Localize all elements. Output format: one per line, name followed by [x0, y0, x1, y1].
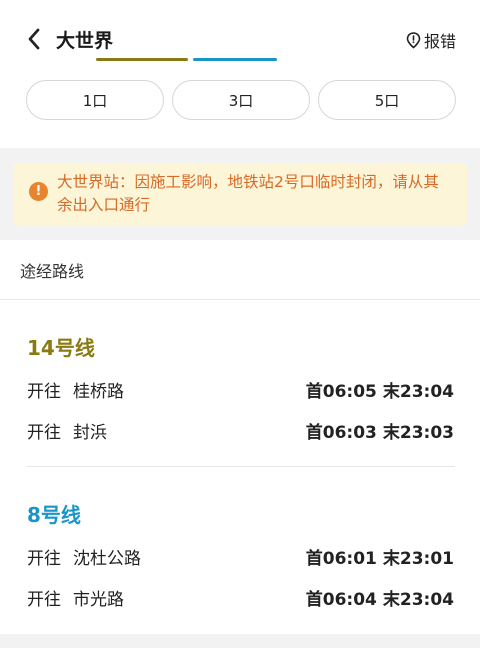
last-train-time: 23:04 [399, 382, 454, 402]
line-8-direction-2-times: 首06:04 末23:04 [306, 585, 454, 610]
line-14-direction-2[interactable]: 开往 封浜 [27, 418, 107, 443]
line-14-direction-1[interactable]: 开往 桂桥路 [27, 377, 124, 402]
line-14-direction-1-times: 首06:05 末23:04 [306, 377, 454, 402]
exit-1-button[interactable]: 1口 [26, 80, 164, 120]
report-error-label: 报错 [423, 32, 456, 51]
line14-color-bar [96, 58, 188, 61]
first-train-time: 06:01 [322, 549, 377, 569]
last-train-time: 23:03 [399, 423, 454, 443]
page-title: 大世界 [56, 30, 114, 52]
direction-prefix: 开往 [27, 382, 61, 402]
notice-text: 大世界站：因施工影响，地铁站2号口临时封闭，请从其余出入口通行 [57, 173, 439, 214]
direction-prefix: 开往 [27, 590, 61, 610]
back-arrow-icon [28, 28, 40, 50]
section-divider [0, 299, 480, 300]
line-14-direction-2-times: 首06:03 末23:03 [306, 418, 454, 443]
last-train-label: 末 [382, 549, 400, 569]
last-train-time: 23:01 [399, 549, 454, 569]
first-train-label: 首 [305, 382, 323, 402]
exit-5-button[interactable]: 5口 [318, 80, 456, 120]
line-14-name: 14号线 [27, 336, 95, 360]
direction-destination: 封浜 [73, 423, 107, 443]
location-warning-icon [406, 31, 421, 49]
direction-destination: 桂桥路 [73, 382, 124, 402]
exit-list: 1口 3口 5口 [26, 80, 456, 120]
direction-destination: 市光路 [73, 590, 124, 610]
header: 大世界 报错 [0, 0, 480, 61]
last-train-time: 23:04 [399, 590, 454, 610]
first-train-label: 首 [305, 549, 323, 569]
line-divider [27, 466, 455, 467]
last-train-label: 末 [382, 382, 400, 402]
info-icon: ! [29, 182, 48, 201]
report-error-button[interactable]: 报错 [406, 28, 456, 52]
back-button[interactable] [20, 24, 48, 54]
line8-color-bar [193, 58, 277, 61]
first-train-label: 首 [305, 423, 323, 443]
routes-section-title: 途经路线 [20, 262, 85, 281]
direction-destination: 沈杜公路 [73, 549, 141, 569]
line-8-direction-2[interactable]: 开往 市光路 [27, 585, 124, 610]
closure-notice: ! 大世界站：因施工影响，地铁站2号口临时封闭，请从其余出入口通行 [13, 163, 467, 225]
first-train-label: 首 [305, 590, 323, 610]
last-train-label: 末 [382, 590, 400, 610]
direction-prefix: 开往 [27, 423, 61, 443]
first-train-time: 06:03 [322, 423, 377, 443]
exit-3-button[interactable]: 3口 [172, 80, 310, 120]
line-8-direction-1-times: 首06:01 末23:01 [306, 544, 454, 569]
line-8-direction-1[interactable]: 开往 沈杜公路 [27, 544, 141, 569]
direction-prefix: 开往 [27, 549, 61, 569]
last-train-label: 末 [382, 423, 400, 443]
bottom-separator [0, 634, 480, 648]
first-train-time: 06:05 [322, 382, 377, 402]
line-8-name: 8号线 [27, 503, 81, 527]
first-train-time: 06:04 [322, 590, 377, 610]
